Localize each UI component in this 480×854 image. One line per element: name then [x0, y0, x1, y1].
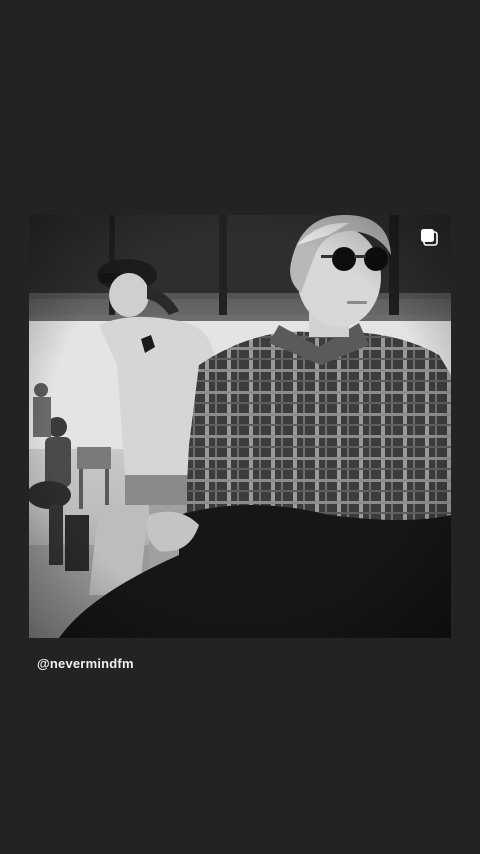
attribution-handle[interactable]: @nevermindfm: [37, 656, 134, 671]
post-photo: [29, 215, 451, 638]
shared-post-card[interactable]: [29, 215, 451, 638]
story-canvas: @nevermindfm: [0, 0, 480, 854]
multiple-photos-icon: [419, 227, 439, 247]
